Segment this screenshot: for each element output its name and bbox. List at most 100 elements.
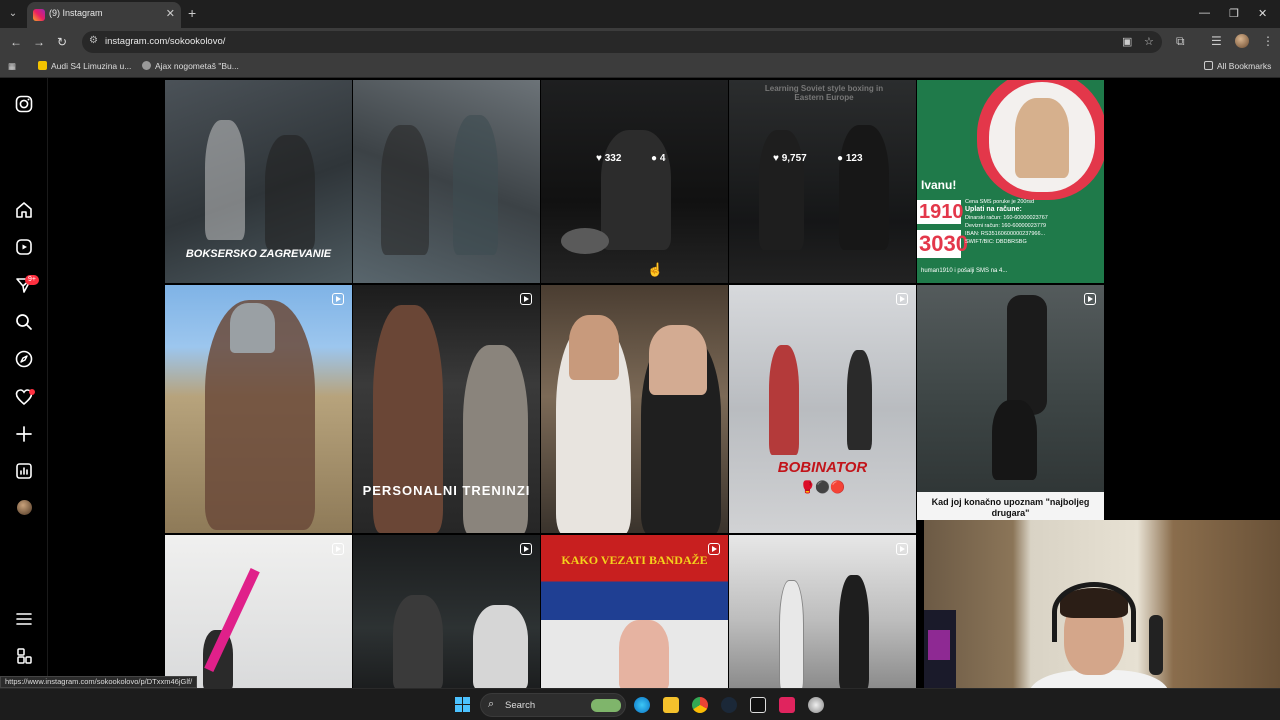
extensions-icon[interactable]: ⧉ [1176,34,1185,49]
post-footer: human1910 i pošalji SMS na 4... [921,268,1008,274]
reel-icon [520,293,532,305]
all-bookmarks[interactable]: All Bookmarks [1204,61,1271,71]
post-tile[interactable]: KAKO VEZATI BANDAŽE [541,535,728,688]
likes-count: ♥ 9,757 [773,153,807,164]
taskbar-search[interactable]: ⌕ Search [480,693,626,717]
post-figure [601,130,671,250]
likes-value: 332 [604,153,622,164]
post-tile[interactable] [729,535,916,688]
browser-toolbar: ← → ↻ ⚙ instagram.com/sokookolovo/ ▣ ☆ ⧉… [0,28,1280,56]
meta-apps-icon[interactable] [14,646,34,666]
reel-icon [896,543,908,555]
post-figure [453,115,498,255]
post-caption: BOBINATOR [777,459,868,476]
microphone [1149,615,1163,675]
restore-icon[interactable]: ❐ [1229,7,1239,20]
capcut-icon[interactable] [779,697,795,713]
post-tile[interactable] [353,535,540,688]
reel-icon [520,543,532,555]
new-tab-icon[interactable]: + [188,5,196,21]
post-tile[interactable]: Ivanu! 1910 3030 Cena SMS poruke je 200r… [917,80,1104,283]
browser-tab-strip: ⌄ (9) Instagram ✕ + — ❐ ✕ [0,0,1280,28]
post-tile-hovered[interactable]: ♥ 332 ● 4 ☝ [541,80,728,283]
post-tile[interactable]: PERSONALNI TRENINZI [353,285,540,533]
bookmark-audi[interactable]: Audi S4 Limuzina u... [38,61,131,71]
carousel-icon [332,293,344,305]
file-explorer-icon[interactable] [663,697,679,713]
post-tile[interactable]: BOBINATOR 🥊⚫🔴 [729,285,916,533]
post-figure [265,135,315,250]
cast-icon[interactable]: ▣ [1122,35,1132,48]
post-caption: Ivanu! [921,178,957,192]
post-caption: Kad joj konačno upoznam "najboljeg druga… [931,497,1090,518]
profile-avatar-icon[interactable] [1235,34,1249,48]
forward-icon[interactable]: → [33,35,45,49]
edge-icon[interactable] [634,697,650,713]
detail-line: Dinarski račun: 160-60000023767 [965,215,1048,221]
menu-dots-icon[interactable]: ⋮ [1262,34,1274,48]
chrome-profile-icon[interactable] [808,697,824,713]
post-tile[interactable]: Kad joj konačno upoznam "najboljeg druga… [917,285,1104,520]
comments-value: 4 [659,153,666,164]
search-icon[interactable] [14,312,34,332]
post-figure [992,400,1037,480]
link-status-bar: https://www.instagram.com/sokookolovo/p/… [0,676,198,688]
home-icon[interactable] [14,200,34,220]
windows-taskbar: ⌕ Search [0,688,1280,720]
post-figure [839,575,869,688]
post-tile[interactable] [353,80,540,283]
profile-avatar[interactable] [17,500,32,515]
tab-title: (9) Instagram [49,8,103,18]
post-tile[interactable]: BOKSERSKO ZAGREVANIE [165,80,352,283]
post-tile[interactable] [165,285,352,533]
post-caption: PERSONALNI TRENINZI [362,483,531,498]
bookmark-label: Audi S4 Limuzina u... [51,61,132,71]
mouse-cursor-icon: ☝ [647,262,664,277]
apps-grid-icon[interactable]: ▦ [8,61,16,72]
obs-icon[interactable] [750,697,766,713]
instagram-sidebar: 9+ [0,78,48,688]
post-caption: KAKO VEZATI BANDAŽE [561,553,708,567]
reel-icon [332,543,344,555]
tab-close-icon[interactable]: ✕ [166,7,175,20]
chrome-icon[interactable] [692,697,708,713]
plus-icon[interactable] [14,424,34,444]
address-bar[interactable]: ⚙ instagram.com/sokookolovo/ ▣ ☆ [82,31,1162,53]
search-highlight-icon [591,699,621,712]
dashboard-icon[interactable] [14,461,34,481]
steam-icon[interactable] [721,697,737,713]
post-tile[interactable] [541,285,728,533]
post-caption: Learning Soviet style boxing in Eastern … [764,84,884,102]
notification-badge: 9+ [25,275,39,285]
post-figure [381,125,429,255]
helmet [230,303,275,353]
globe-icon [142,61,151,70]
tab-instagram[interactable]: (9) Instagram ✕ [27,2,181,28]
back-icon[interactable]: ← [10,35,22,49]
post-figure [759,130,804,250]
emoji-line: 🥊⚫🔴 [800,480,845,494]
instagram-favicon-icon [33,9,45,21]
portrait-figure [1015,98,1069,178]
tab-search-icon[interactable]: ⌄ [5,6,21,22]
explore-icon[interactable] [14,349,34,369]
menu-icon[interactable] [14,609,34,629]
instagram-logo-icon[interactable] [14,94,34,114]
reload-icon[interactable]: ↻ [57,35,67,49]
bookmark-label: Ajax nogometaš "Bu... [155,61,239,71]
windows-start-icon[interactable] [455,697,471,713]
minimize-icon[interactable]: — [1199,7,1210,19]
detail-line: IBAN: RS35160600000237966... [965,231,1046,237]
bookmark-star-icon[interactable]: ☆ [1144,35,1154,48]
face [569,315,619,380]
post-tile[interactable] [165,535,352,688]
close-window-icon[interactable]: ✕ [1258,7,1267,20]
post-figure [779,580,804,688]
number-line: 3030 [917,230,968,258]
post-tile-hovered[interactable]: Learning Soviet style boxing in Eastern … [729,80,916,283]
site-info-icon[interactable]: ⚙ [89,35,98,46]
reels-icon[interactable] [14,237,34,257]
all-bookmarks-label: All Bookmarks [1217,61,1272,71]
bookmark-ajax[interactable]: Ajax nogometaš "Bu... [142,61,239,71]
reading-list-icon[interactable]: ☰ [1211,34,1222,48]
